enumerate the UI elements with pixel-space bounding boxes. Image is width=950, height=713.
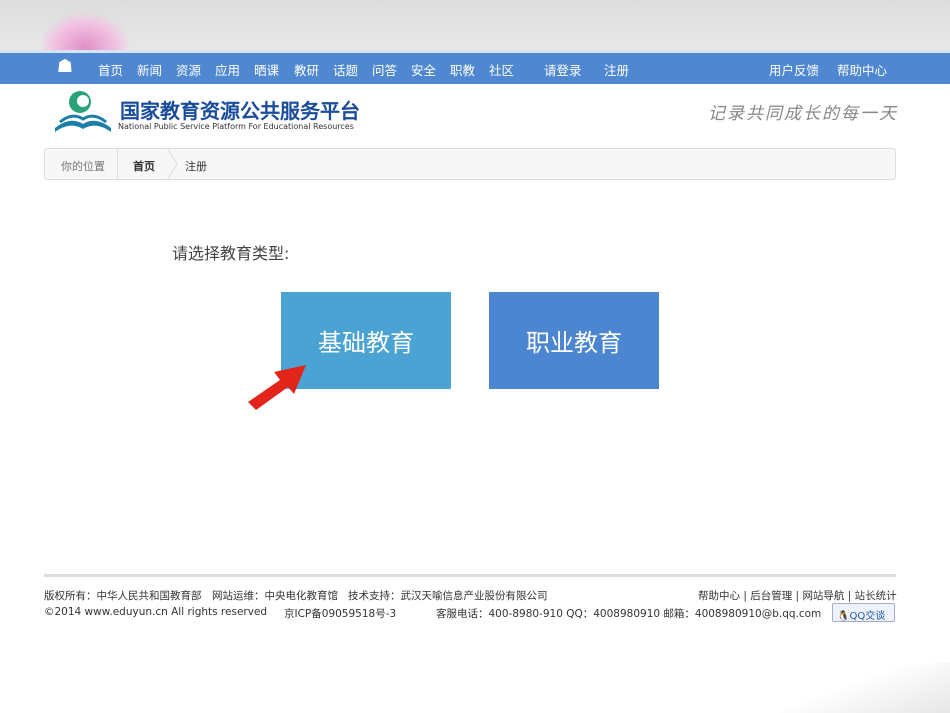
platform-subtitle: National Public Service Platform For Edu…: [118, 122, 354, 131]
slogan: 记录共同成长的每一天: [708, 104, 898, 124]
top-nav: ☗ 首页 新闻 资源 应用 晒课 教研 话题 问答 安全 职教 社区 请登录 注…: [0, 50, 950, 84]
corner-decoration: [780, 663, 950, 713]
platform-logo-icon[interactable]: [52, 88, 114, 136]
breadcrumb-home[interactable]: 首页: [133, 158, 155, 174]
operator: 网站运维：中央电化教育馆: [212, 590, 338, 602]
breadcrumb: 你的位置 首页 注册: [44, 148, 896, 180]
nav-item-topics[interactable]: 话题: [333, 60, 358, 79]
footer-divider: [44, 574, 896, 577]
login-link[interactable]: 请登录: [544, 60, 582, 79]
qq-chat-label: QQ交谈: [849, 611, 886, 622]
tech-support: 技术支持：武汉天喻信息产业股份有限公司: [348, 590, 548, 602]
footer-link-sitemap[interactable]: 网站导航: [802, 590, 844, 602]
nav-item-home[interactable]: 首页: [98, 60, 123, 79]
platform-title: 国家教育资源公共服务平台: [120, 99, 360, 123]
copyright: ©2014 www.eduyun.cn All rights reserved: [44, 606, 268, 618]
nav-item-safety[interactable]: 安全: [411, 60, 436, 79]
footer-link-help[interactable]: 帮助中心: [698, 590, 740, 602]
vocational-education-button[interactable]: 职业教育: [489, 292, 659, 389]
footer-links: 帮助中心 | 后台管理 | 网站导航 | 站长统计: [698, 590, 897, 602]
footer-link-admin[interactable]: 后台管理: [750, 590, 792, 602]
qq-chat-button[interactable]: 🐧QQ交谈: [832, 603, 895, 622]
help-link[interactable]: 帮助中心: [837, 60, 887, 79]
contact-info: 客服电话：400-8980-910 QQ：4008980910 邮箱：40089…: [436, 608, 822, 620]
nav-item-research[interactable]: 教研: [294, 60, 319, 79]
register-link[interactable]: 注册: [604, 60, 629, 79]
top-banner: [0, 0, 950, 50]
nav-item-resources[interactable]: 资源: [176, 60, 201, 79]
divider: [117, 149, 118, 179]
footer-link-stats[interactable]: 站长统计: [855, 590, 897, 602]
nav-item-vocational[interactable]: 职教: [450, 60, 475, 79]
qq-penguin-icon: 🐧: [837, 611, 850, 622]
select-prompt: 请选择教育类型:: [172, 244, 290, 263]
feedback-link[interactable]: 用户反馈: [769, 60, 819, 79]
nav-item-lessons[interactable]: 晒课: [254, 60, 279, 79]
breadcrumb-current: 注册: [185, 160, 207, 173]
nav-item-news[interactable]: 新闻: [137, 60, 162, 79]
nav-logo-icon[interactable]: ☗: [52, 56, 78, 80]
chevron-right-icon: [167, 149, 178, 179]
flower-decoration: [40, 12, 130, 52]
nav-item-apps[interactable]: 应用: [215, 60, 240, 79]
breadcrumb-label: 你的位置: [61, 160, 105, 173]
copyright-owner: 版权所有：中华人民共和国教育部: [44, 590, 202, 602]
red-arrow-icon: [248, 365, 306, 410]
nav-item-qa[interactable]: 问答: [372, 60, 397, 79]
nav-item-community[interactable]: 社区: [489, 60, 514, 79]
icp-number[interactable]: 京ICP备09059518号-3: [284, 606, 396, 621]
